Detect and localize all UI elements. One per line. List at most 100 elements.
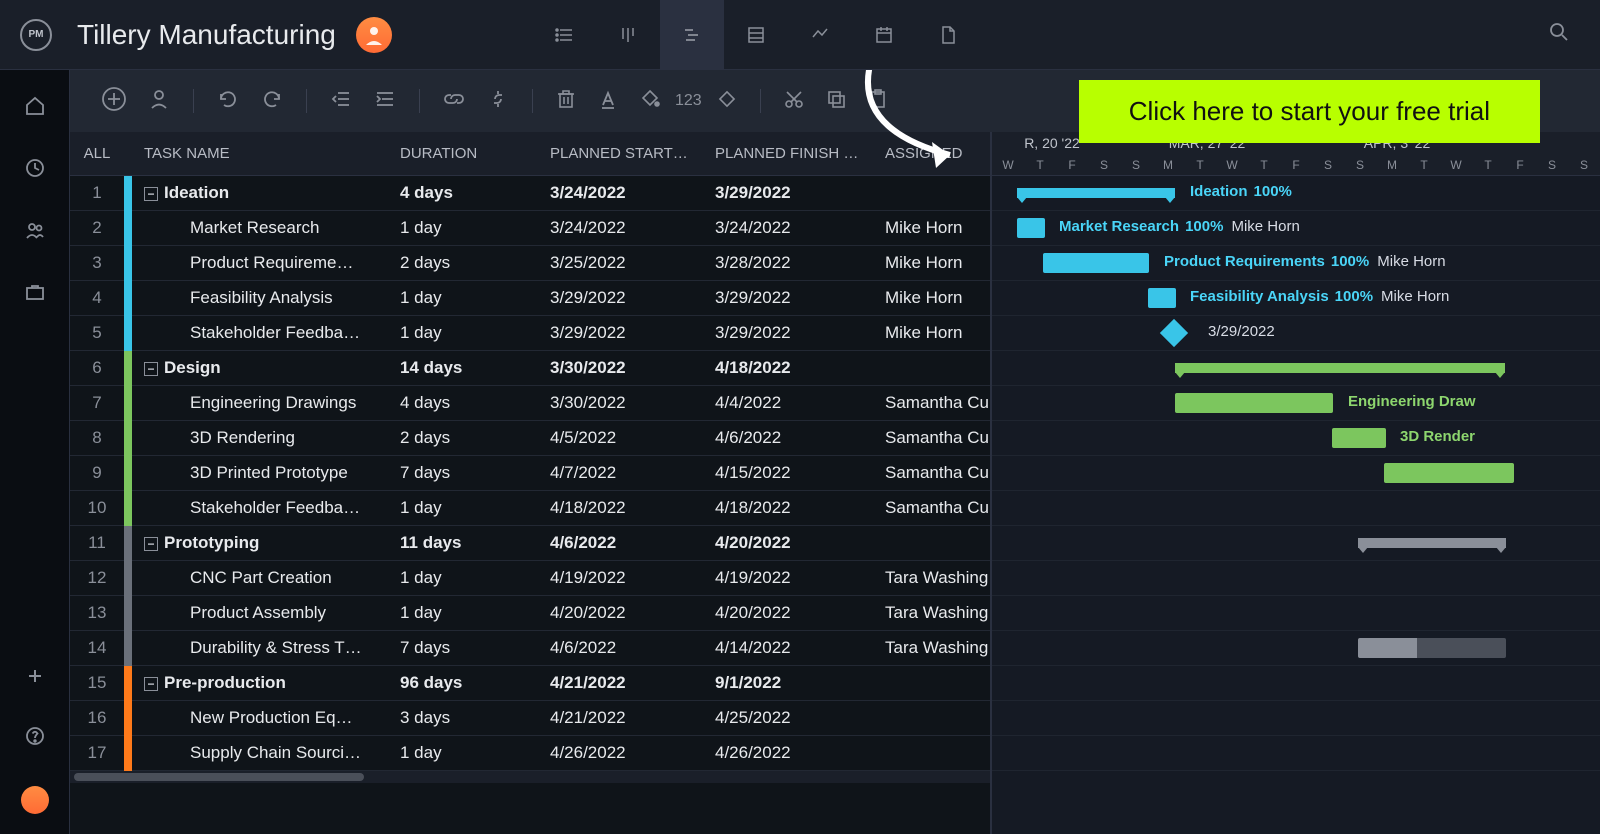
task-name-cell[interactable]: 3D Printed Prototype — [132, 463, 392, 483]
gantt-row[interactable] — [992, 491, 1600, 526]
gantt-row[interactable]: 3D Render — [992, 421, 1600, 456]
task-duration-cell[interactable]: 1 day — [392, 323, 542, 343]
task-assigned-cell[interactable]: Samantha Cu — [877, 463, 990, 483]
col-task-name[interactable]: TASK NAME — [132, 145, 392, 162]
gantt-bar[interactable] — [1358, 538, 1506, 548]
task-row[interactable]: 11 −Prototyping 11 days 4/6/2022 4/20/20… — [70, 526, 990, 561]
task-duration-cell[interactable]: 2 days — [392, 428, 542, 448]
collapse-icon[interactable]: − — [144, 537, 158, 551]
gantt-milestone[interactable] — [1160, 319, 1188, 347]
task-assigned-cell[interactable]: Samantha Cu — [877, 498, 990, 518]
gantt-bar[interactable] — [1384, 463, 1514, 483]
collapse-icon[interactable]: − — [144, 187, 158, 201]
task-row[interactable]: 5 Stakeholder Feedba… 1 day 3/29/2022 3/… — [70, 316, 990, 351]
add-task-icon[interactable] — [95, 82, 133, 121]
assign-icon[interactable] — [141, 83, 177, 120]
gantt-row[interactable] — [992, 526, 1600, 561]
task-row[interactable]: 17 Supply Chain Sourci… 1 day 4/26/2022 … — [70, 736, 990, 771]
gantt-bar[interactable] — [1043, 253, 1149, 273]
task-finish-cell[interactable]: 4/6/2022 — [707, 428, 877, 448]
task-assigned-cell[interactable]: Tara Washing — [877, 568, 990, 588]
task-assigned-cell[interactable]: Samantha Cu — [877, 428, 990, 448]
task-row[interactable]: 15 −Pre-production 96 days 4/21/2022 9/1… — [70, 666, 990, 701]
task-start-cell[interactable]: 3/24/2022 — [542, 218, 707, 238]
home-icon[interactable] — [24, 95, 46, 122]
search-icon[interactable] — [1538, 21, 1580, 48]
task-start-cell[interactable]: 3/30/2022 — [542, 393, 707, 413]
task-name-cell[interactable]: New Production Eq… — [132, 708, 392, 728]
task-name-cell[interactable]: Market Research — [132, 218, 392, 238]
task-duration-cell[interactable]: 4 days — [392, 183, 542, 203]
task-duration-cell[interactable]: 4 days — [392, 393, 542, 413]
task-duration-cell[interactable]: 3 days — [392, 708, 542, 728]
task-row[interactable]: 13 Product Assembly 1 day 4/20/2022 4/20… — [70, 596, 990, 631]
gantt-bar[interactable] — [1175, 363, 1505, 373]
task-row[interactable]: 8 3D Rendering 2 days 4/5/2022 4/6/2022 … — [70, 421, 990, 456]
gantt-bar[interactable] — [1175, 393, 1333, 413]
indent-icon[interactable] — [367, 83, 403, 120]
gantt-bar[interactable] — [1017, 188, 1175, 198]
task-row[interactable]: 12 CNC Part Creation 1 day 4/19/2022 4/1… — [70, 561, 990, 596]
task-assigned-cell[interactable]: Samantha Cu — [877, 393, 990, 413]
gantt-row[interactable] — [992, 666, 1600, 701]
view-calendar-icon[interactable] — [852, 0, 916, 70]
gantt-row[interactable]: Product Requirements100%Mike Horn — [992, 246, 1600, 281]
task-assigned-cell[interactable]: Tara Washing — [877, 638, 990, 658]
task-row[interactable]: 1 −Ideation 4 days 3/24/2022 3/29/2022 — [70, 176, 990, 211]
gantt-row[interactable]: Feasibility Analysis100%Mike Horn — [992, 281, 1600, 316]
task-finish-cell[interactable]: 3/29/2022 — [707, 288, 877, 308]
unlink-icon[interactable] — [480, 83, 516, 120]
task-start-cell[interactable]: 4/18/2022 — [542, 498, 707, 518]
task-start-cell[interactable]: 4/26/2022 — [542, 743, 707, 763]
task-row[interactable]: 3 Product Requireme… 2 days 3/25/2022 3/… — [70, 246, 990, 281]
task-name-cell[interactable]: −Prototyping — [132, 533, 392, 553]
col-assigned[interactable]: ASSIGNED — [877, 145, 990, 162]
task-row[interactable]: 9 3D Printed Prototype 7 days 4/7/2022 4… — [70, 456, 990, 491]
task-row[interactable]: 6 −Design 14 days 3/30/2022 4/18/2022 — [70, 351, 990, 386]
col-all[interactable]: ALL — [70, 145, 124, 162]
outdent-icon[interactable] — [323, 83, 359, 120]
task-row[interactable]: 7 Engineering Drawings 4 days 3/30/2022 … — [70, 386, 990, 421]
trash-icon[interactable] — [549, 84, 583, 119]
gantt-bar[interactable] — [1332, 428, 1386, 448]
collapse-icon[interactable]: − — [144, 362, 158, 376]
task-finish-cell[interactable]: 3/24/2022 — [707, 218, 877, 238]
task-name-cell[interactable]: Supply Chain Sourci… — [132, 743, 392, 763]
add-icon[interactable] — [25, 666, 45, 691]
task-start-cell[interactable]: 3/29/2022 — [542, 288, 707, 308]
collapse-icon[interactable]: − — [144, 677, 158, 691]
gantt-row[interactable] — [992, 561, 1600, 596]
task-name-cell[interactable]: CNC Part Creation — [132, 568, 392, 588]
grid-scrollbar[interactable] — [70, 771, 990, 783]
gantt-row[interactable] — [992, 631, 1600, 666]
gantt-row[interactable] — [992, 596, 1600, 631]
task-finish-cell[interactable]: 4/19/2022 — [707, 568, 877, 588]
redo-icon[interactable] — [254, 83, 290, 120]
task-duration-cell[interactable]: 14 days — [392, 358, 542, 378]
cut-icon[interactable] — [777, 84, 811, 119]
task-finish-cell[interactable]: 9/1/2022 — [707, 673, 877, 693]
task-name-cell[interactable]: Stakeholder Feedba… — [132, 498, 392, 518]
task-name-cell[interactable]: Engineering Drawings — [132, 393, 392, 413]
task-finish-cell[interactable]: 4/14/2022 — [707, 638, 877, 658]
gantt-row[interactable]: 3/29/2022 — [992, 316, 1600, 351]
task-name-cell[interactable]: Durability & Stress T… — [132, 638, 392, 658]
task-name-cell[interactable]: −Ideation — [132, 183, 392, 203]
milestone-icon[interactable] — [710, 84, 744, 119]
task-start-cell[interactable]: 4/6/2022 — [542, 638, 707, 658]
task-name-cell[interactable]: Product Assembly — [132, 603, 392, 623]
task-name-cell[interactable]: Stakeholder Feedba… — [132, 323, 392, 343]
task-finish-cell[interactable]: 3/29/2022 — [707, 183, 877, 203]
task-finish-cell[interactable]: 3/29/2022 — [707, 323, 877, 343]
gantt-row[interactable] — [992, 351, 1600, 386]
task-duration-cell[interactable]: 1 day — [392, 498, 542, 518]
task-duration-cell[interactable]: 2 days — [392, 253, 542, 273]
task-finish-cell[interactable]: 4/18/2022 — [707, 498, 877, 518]
gantt-row[interactable] — [992, 736, 1600, 771]
col-planned-finish[interactable]: PLANNED FINISH … — [707, 145, 877, 162]
task-start-cell[interactable]: 4/21/2022 — [542, 708, 707, 728]
task-finish-cell[interactable]: 4/20/2022 — [707, 533, 877, 553]
task-row[interactable]: 16 New Production Eq… 3 days 4/21/2022 4… — [70, 701, 990, 736]
gantt-bar[interactable] — [1148, 288, 1176, 308]
toolbar-numbers[interactable]: 123 — [675, 92, 702, 110]
